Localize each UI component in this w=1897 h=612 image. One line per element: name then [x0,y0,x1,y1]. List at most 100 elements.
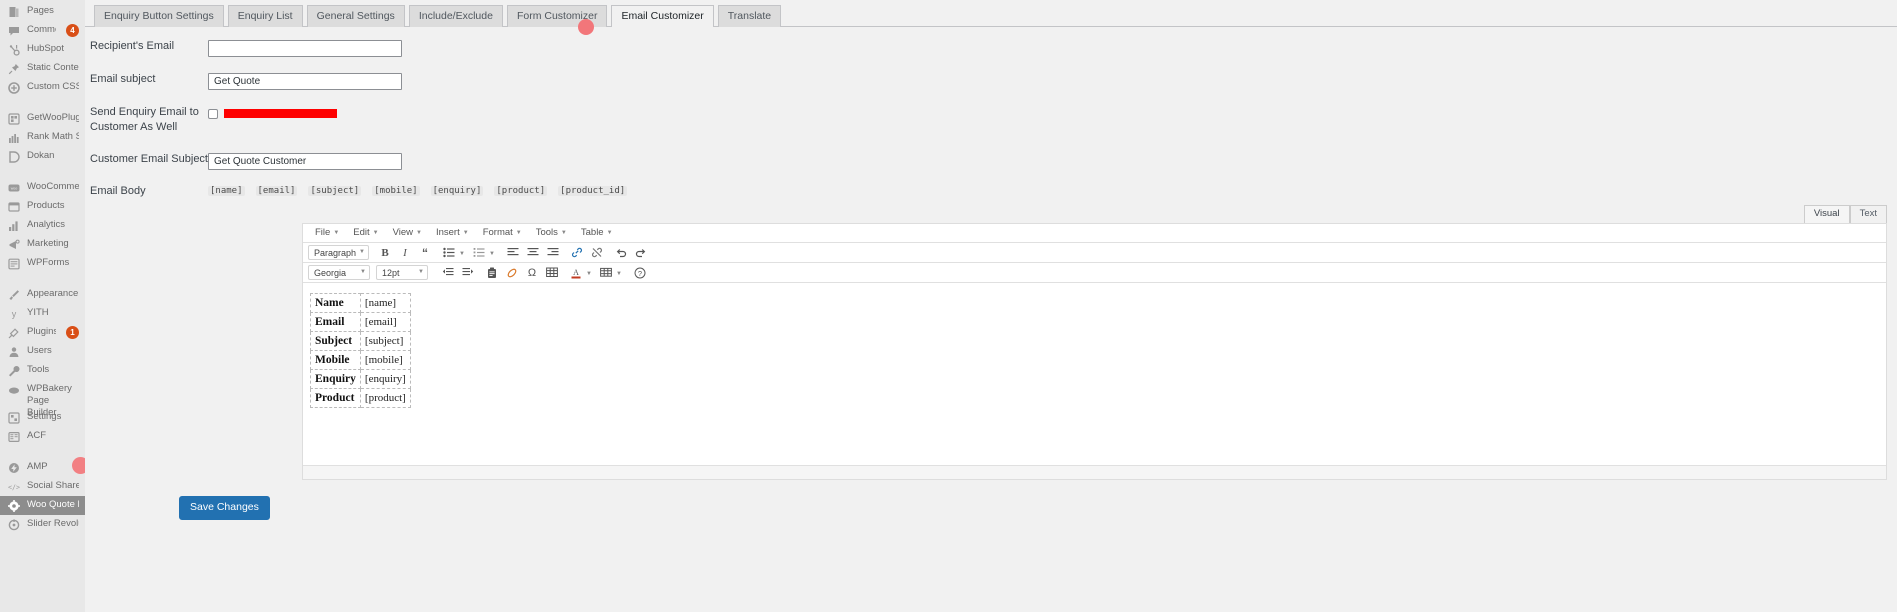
special-character-button[interactable]: Ω [524,265,540,281]
field-row-email-subject: Email subject [85,72,1897,90]
chevron-down-icon: ▼ [560,229,567,236]
numbered-list-button[interactable] [471,245,487,261]
tab-email-customizer[interactable]: Email Customizer [611,5,714,27]
font-family-select[interactable]: Georgia ▼ [308,265,370,280]
sidebar-item-appearance[interactable]: Appearance [0,285,85,304]
plugin-icon [7,326,20,339]
italic-button[interactable]: I [397,245,413,261]
sidebar-item-marketing[interactable]: Marketing [0,235,85,254]
sidebar-item-label: Dokan [27,151,55,162]
font-size-value: 12pt [382,267,400,278]
tab-enquiry-button-settings[interactable]: Enquiry Button Settings [94,5,224,27]
sidebar-item-hubspot[interactable]: HubSpot [0,40,85,59]
font-size-select[interactable]: 12pt ▼ [376,265,428,280]
sidebar-item-static-contents[interactable]: Static Contents [0,59,85,78]
insert-link-button[interactable] [569,245,585,261]
align-right-button[interactable] [545,245,561,261]
sidebar-item-dokan[interactable]: Dokan [0,147,85,166]
sidebar-item-woocommerce[interactable]: woo WooCommerce [0,178,85,197]
align-left-button[interactable] [505,245,521,261]
sidebar-item-plugins[interactable]: Plugins 1 [0,323,85,342]
clear-formatting-button[interactable] [504,265,520,281]
sidebar-item-custom-css-js[interactable]: Custom CSS & JS [0,78,85,97]
help-icon[interactable]: ? [632,265,648,281]
block-format-select[interactable]: Paragraph ▼ [308,245,369,260]
table-grid-button[interactable] [598,265,614,281]
field-row-email-body: Email Body [name] [email] [subject] [mobile… [85,184,1897,199]
customer-email-subject-label: Customer Email Subject [90,153,208,165]
sidebar-item-acf[interactable]: ACF [0,427,85,446]
recipient-email-input[interactable] [208,40,402,57]
shortcode-tag[interactable]: [subject] [308,186,362,196]
sidebar-item-tools[interactable]: Tools [0,361,85,380]
bullet-list-chevron-icon[interactable]: ▼ [459,251,465,257]
editor-menu-file[interactable]: File ▼ [308,224,346,243]
save-changes-button[interactable]: Save Changes [179,496,270,520]
sidebar-item-users[interactable]: Users [0,342,85,361]
sidebar-item-analytics[interactable]: Analytics [0,216,85,235]
sidebar-item-woo-quote-popup[interactable]: Woo Quote Popup [0,496,85,515]
align-center-button[interactable] [525,245,541,261]
editor-menu-label: View [392,226,414,238]
editor-content-area[interactable]: Name [name] Email [email] Subject [subject] Mo… [303,283,1886,465]
sidebar-item-yith[interactable]: y YITH [0,304,85,323]
sidebar-item-rank-math-seo[interactable]: Rank Math SEO [0,128,85,147]
blockquote-button[interactable]: “ [417,245,433,261]
sidebar-item-slider-revolution[interactable]: Slider Revolution [0,515,85,534]
customer-email-subject-input[interactable] [208,153,402,170]
text-color-button[interactable]: A [568,265,584,281]
tab-translate[interactable]: Translate [717,5,782,27]
sidebar-item-social-share[interactable]: </> Social Share [0,477,85,496]
shortcode-tag[interactable]: [product_id] [558,186,628,196]
insert-table-button[interactable] [544,265,560,281]
table-grid-chevron-icon[interactable]: ▼ [616,271,622,277]
bullet-list-button[interactable] [441,245,457,261]
editor-tab-visual[interactable]: Visual [1803,205,1850,223]
editor-menu-label: Table [580,226,604,238]
increase-indent-button[interactable] [460,265,476,281]
editor-menu-view[interactable]: View ▼ [386,224,429,243]
tab-enquiry-list[interactable]: Enquiry List [227,5,303,27]
sidebar-item-comments[interactable]: Comments 4 [0,21,85,40]
editor-menu-insert[interactable]: Insert ▼ [429,224,476,243]
shortcode-tag[interactable]: [email] [255,186,298,196]
form-actions: Save Changes [85,480,1897,520]
sidebar-item-label: YITH [27,308,49,319]
editor-menu-tools[interactable]: Tools ▼ [529,224,574,243]
send-to-customer-checkbox[interactable] [208,108,218,119]
shortcode-tag[interactable]: [product] [494,186,548,196]
tab-include-exclude[interactable]: Include/Exclude [408,5,503,27]
paste-as-text-button[interactable] [484,265,500,281]
wpforms-icon [7,257,20,270]
sidebar-item-label: WooCommerce [27,182,79,193]
editor-menu-format[interactable]: Format ▼ [476,224,529,243]
editor-menu-table[interactable]: Table ▼ [574,224,620,243]
sidebar-item-getwooplugins[interactable]: GetWooPlugins [0,109,85,128]
sidebar-item-label: GetWooPlugins [27,113,79,124]
bold-button[interactable]: B [377,245,393,261]
unlink-button[interactable] [589,245,605,261]
shortcode-tag[interactable]: [mobile] [372,186,420,196]
sidebar-item-products[interactable]: Products [0,197,85,216]
sidebar-item-wpbakery-page-builder[interactable]: WPBakery Page Builder [0,380,85,418]
sidebar-item-pages[interactable]: Pages [0,2,85,21]
sidebar-item-label: WPForms [27,258,70,269]
email-subject-input[interactable] [208,73,402,90]
redo-button[interactable] [633,245,649,261]
text-color-chevron-icon[interactable]: ▼ [586,271,592,277]
sidebar-item-label: Custom CSS & JS [27,82,79,93]
email-body-key: Subject [310,331,361,351]
svg-text:woo: woo [10,186,17,190]
sidebar-item-label: Settings [27,412,62,423]
editor-tab-text[interactable]: Text [1849,205,1887,223]
editor-menu-edit[interactable]: Edit ▼ [346,224,385,243]
tab-general-settings[interactable]: General Settings [306,5,405,27]
shortcode-tag[interactable]: [enquiry] [430,186,484,196]
decrease-indent-button[interactable] [440,265,456,281]
undo-button[interactable] [613,245,629,261]
shortcode-tag[interactable]: [name] [208,186,245,196]
email-body-key: Name [310,293,361,313]
font-family-value: Georgia [314,267,347,278]
sidebar-item-wpforms[interactable]: WPForms [0,254,85,273]
numbered-list-chevron-icon[interactable]: ▼ [489,251,495,257]
